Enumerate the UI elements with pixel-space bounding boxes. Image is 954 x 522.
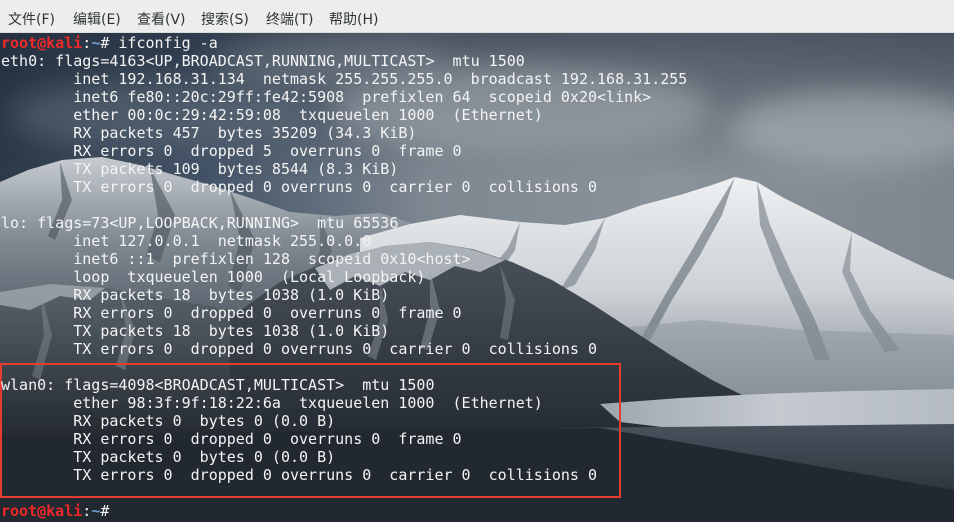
interface-detail: TX packets 18 bytes 1038 (1.0 KiB) xyxy=(73,322,390,340)
interface-detail: ether 98:3f:9f:18:22:6a txqueuelen 1000 … xyxy=(73,394,543,412)
interface-detail: TX errors 0 dropped 0 overruns 0 carrier… xyxy=(73,178,598,196)
prompt-symbol: # xyxy=(100,502,110,520)
prompt-separator: : xyxy=(82,34,92,52)
menu-view[interactable]: 查看(V) xyxy=(137,11,186,29)
current-prompt-line[interactable]: root@kali:~# xyxy=(1,502,687,520)
prompt-user-host: root@kali xyxy=(1,34,83,52)
prompt-path: ~ xyxy=(91,34,101,52)
interface-header: eth0: flags=4163<UP,BROADCAST,RUNNING,MU… xyxy=(1,52,525,70)
prompt-symbol: # xyxy=(100,34,110,52)
menu-bar: 文件(F) 编辑(E) 查看(V) 搜索(S) 终端(T) 帮助(H) xyxy=(0,0,954,33)
terminal-output[interactable]: root@kali:~# ifconfig -a eth0: flags=4163… xyxy=(1,34,687,520)
interface-block-eth0: eth0: flags=4163<UP,BROADCAST,RUNNING,MU… xyxy=(1,52,687,196)
interface-detail: RX packets 18 bytes 1038 (1.0 KiB) xyxy=(73,286,390,304)
prompt-user-host: root@kali xyxy=(1,502,83,520)
menu-terminal[interactable]: 终端(T) xyxy=(266,11,313,29)
interface-detail: inet 127.0.0.1 netmask 255.0.0.0 xyxy=(73,232,372,250)
interface-detail: TX packets 109 bytes 8544 (8.3 KiB) xyxy=(73,160,399,178)
interface-detail: TX packets 0 bytes 0 (0.0 B) xyxy=(73,448,336,466)
interface-header: wlan0: flags=4098<BROADCAST,MULTICAST> m… xyxy=(1,376,435,394)
prompt-separator: : xyxy=(82,502,92,520)
menu-file[interactable]: 文件(F) xyxy=(8,11,55,29)
menu-edit[interactable]: 编辑(E) xyxy=(73,11,121,29)
interface-block-wlan0: wlan0: flags=4098<BROADCAST,MULTICAST> m… xyxy=(1,376,687,484)
command-prompt-line: root@kali:~# ifconfig -a xyxy=(1,34,687,52)
menu-search[interactable]: 搜索(S) xyxy=(201,11,249,29)
interface-header: lo: flags=73<UP,LOOPBACK,RUNNING> mtu 65… xyxy=(1,214,399,232)
interface-detail: loop txqueuelen 1000 (Local Loopback) xyxy=(73,268,426,286)
interface-detail: TX errors 0 dropped 0 overruns 0 carrier… xyxy=(73,340,598,358)
menu-help[interactable]: 帮助(H) xyxy=(329,11,378,29)
prompt-path: ~ xyxy=(91,502,101,520)
interface-detail: RX packets 0 bytes 0 (0.0 B) xyxy=(73,412,336,430)
entered-command: ifconfig -a xyxy=(118,34,218,52)
interface-detail: TX errors 0 dropped 0 overruns 0 carrier… xyxy=(73,466,598,484)
interface-detail: RX errors 0 dropped 5 overruns 0 frame 0 xyxy=(73,142,462,160)
interface-detail: RX errors 0 dropped 0 overruns 0 frame 0 xyxy=(73,430,462,448)
interface-detail: inet6 fe80::20c:29ff:fe42:5908 prefixlen… xyxy=(73,88,652,106)
interface-detail: inet6 ::1 prefixlen 128 scopeid 0x10<hos… xyxy=(73,250,471,268)
terminal-window[interactable]: root@kali:~# ifconfig -a eth0: flags=4163… xyxy=(0,33,954,522)
interface-detail: RX packets 457 bytes 35209 (34.3 KiB) xyxy=(73,124,417,142)
interface-detail: RX errors 0 dropped 0 overruns 0 frame 0 xyxy=(73,304,462,322)
interface-block-lo: lo: flags=73<UP,LOOPBACK,RUNNING> mtu 65… xyxy=(1,214,687,358)
interface-detail: inet 192.168.31.134 netmask 255.255.255.… xyxy=(73,70,688,88)
interface-detail: ether 00:0c:29:42:59:08 txqueuelen 1000 … xyxy=(73,106,543,124)
